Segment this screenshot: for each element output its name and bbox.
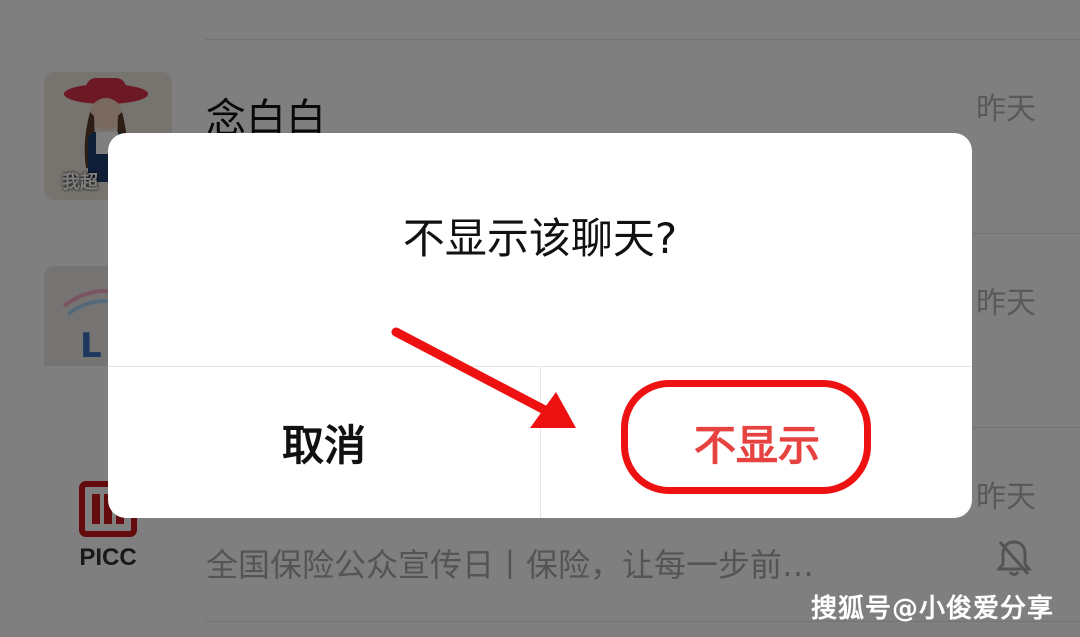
arrow-icon bbox=[391, 327, 576, 428]
watermark: 搜狐号@小俊爱分享 bbox=[810, 594, 1054, 624]
dialog-title: 不显示该聊天? bbox=[402, 214, 678, 263]
highlight-ring bbox=[621, 380, 871, 494]
